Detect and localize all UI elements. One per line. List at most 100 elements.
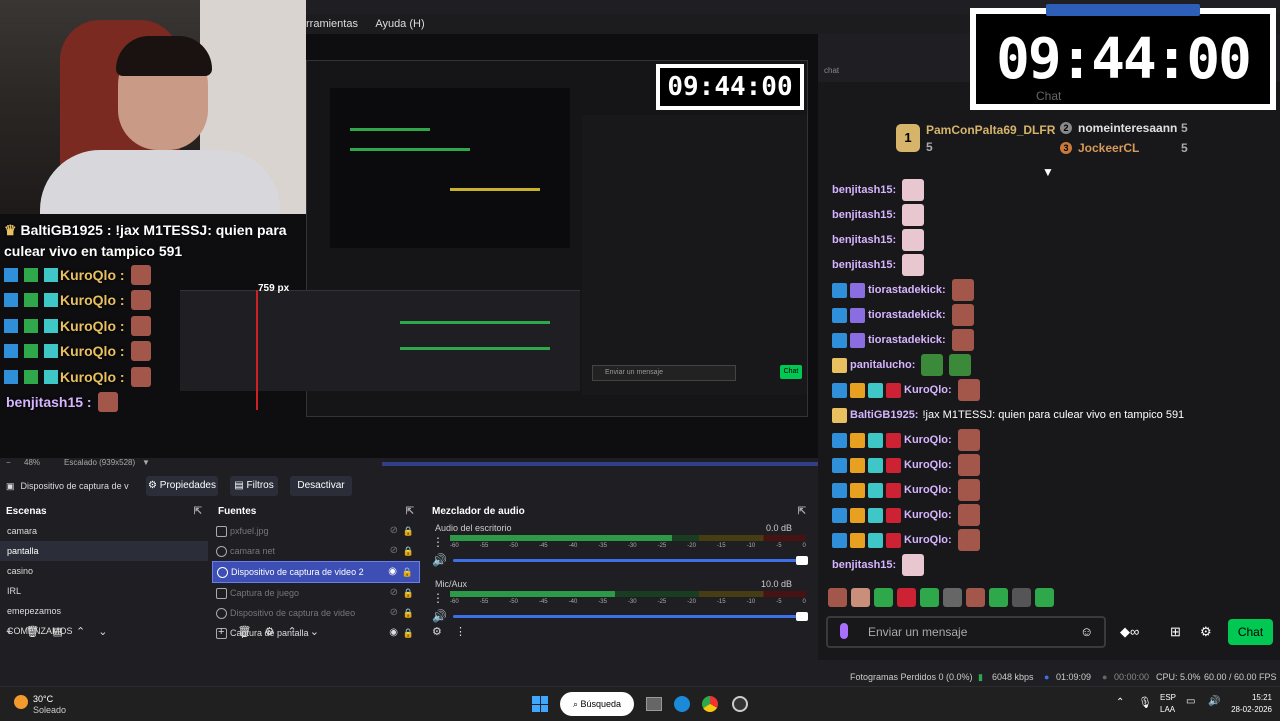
chat-username[interactable]: benjitash15: [832, 559, 896, 571]
scene-item[interactable]: camara [0, 521, 208, 541]
chat-username[interactable]: tiorastadekick: [868, 334, 946, 346]
volume-slider[interactable] [452, 611, 809, 621]
chat-send-button[interactable]: Chat [1228, 619, 1273, 645]
deactivate-button[interactable]: Desactivar [290, 476, 352, 496]
lock-icon[interactable]: 🔒 [403, 603, 414, 623]
chat-username[interactable]: KuroQlo: [904, 434, 952, 446]
emote-icon[interactable] [966, 588, 985, 607]
emoji-icon[interactable]: ☺ [1080, 624, 1093, 639]
eye-hidden-icon[interactable]: ⊘ [390, 521, 398, 541]
lang-1[interactable]: ESP [1160, 693, 1176, 702]
gear-icon[interactable]: ⚙ [1200, 624, 1212, 640]
kebab-menu-icon[interactable]: ⋮ [432, 535, 444, 549]
speaker-icon[interactable]: 🔊 [432, 609, 447, 623]
emote-icon[interactable] [943, 588, 962, 607]
task-view-icon[interactable] [646, 697, 662, 711]
speaker-icon[interactable]: 🔊 [432, 553, 447, 567]
scene-item[interactable]: IRL [0, 581, 208, 601]
emote-icon[interactable] [1035, 588, 1054, 607]
source-item[interactable]: pxfuel.jpg ⊘ 🔒 [212, 521, 420, 541]
chat-username[interactable]: KuroQlo: [904, 509, 952, 521]
scene-item-selected[interactable]: pantalla [0, 541, 208, 561]
eye-hidden-icon[interactable]: ⊘ [390, 541, 398, 561]
chat-username[interactable]: benjitash15: [832, 184, 896, 196]
popout-icon[interactable]: ⇱ [798, 503, 806, 521]
lock-icon[interactable]: 🔒 [403, 521, 414, 541]
chat-username[interactable]: panitalucho: [850, 359, 915, 371]
taskbar-search[interactable]: ⌕ Búsqueda [560, 692, 634, 716]
source-item[interactable]: Captura de juego ⊘ 🔒 [212, 583, 420, 603]
volume-slider[interactable] [452, 555, 809, 565]
add-icon[interactable]: + [218, 626, 224, 638]
zoom-level[interactable]: 48% [24, 458, 40, 467]
chat-username[interactable]: tiorastadekick: [868, 309, 946, 321]
chat-username[interactable]: benjitash15: [832, 209, 896, 221]
tray-expand-icon[interactable]: ⌃ [1116, 697, 1124, 708]
chat-username[interactable]: tiorastadekick: [868, 284, 946, 296]
lock-icon[interactable]: 🔒 [402, 562, 413, 582]
gear-icon[interactable]: ⚙ [265, 626, 275, 638]
gift-icon[interactable]: ⊞ [1170, 624, 1181, 640]
obs-icon[interactable] [732, 696, 748, 712]
kebab-menu-icon[interactable]: ⋮ [432, 591, 444, 605]
lang-2[interactable]: LAA [1160, 705, 1175, 714]
filters-button[interactable]: ▤ Filtros [230, 476, 278, 496]
filter-icon[interactable]: ▤ [53, 626, 63, 638]
emote-icon[interactable] [1012, 588, 1031, 607]
edge-icon[interactable] [674, 696, 690, 712]
monitor-tray-icon[interactable]: ▭ [1186, 696, 1195, 707]
chat-username[interactable]: KuroQlo: [904, 384, 952, 396]
arrow-down-icon[interactable]: ⌄ [310, 626, 319, 638]
add-icon[interactable]: + [6, 626, 12, 638]
menu-tools[interactable]: rramientas [306, 14, 358, 34]
clock-time-tray[interactable]: 15:21 [1252, 693, 1272, 702]
lock-icon[interactable]: 🔒 [403, 541, 414, 561]
chrome-icon[interactable] [702, 696, 718, 712]
properties-button[interactable]: ⚙ Propiedades [146, 476, 218, 496]
chat-username[interactable]: KuroQlo: [904, 534, 952, 546]
arrow-down-icon[interactable]: ⌄ [98, 626, 107, 638]
emote-icon[interactable] [874, 588, 893, 607]
lock-icon[interactable]: 🔒 [403, 583, 414, 603]
volume-tray-icon[interactable]: 🔊 [1208, 696, 1220, 707]
chevron-down-icon[interactable]: ▼ [142, 458, 150, 467]
scene-item[interactable]: casino [0, 561, 208, 581]
settings-icon[interactable]: ⚙ [432, 626, 442, 638]
leaderboard-collapse-icon[interactable]: ▼ [1042, 165, 1054, 179]
emote-icon[interactable] [989, 588, 1008, 607]
chat-username[interactable]: benjitash15: [832, 259, 896, 271]
eye-hidden-icon[interactable]: ⊘ [390, 603, 398, 623]
emote-icon[interactable] [920, 588, 939, 607]
preview-scrollbar[interactable] [382, 462, 818, 466]
eye-icon[interactable]: ◉ [388, 562, 397, 582]
menu-help[interactable]: Ayuda (H) [375, 14, 424, 34]
clock-date-tray[interactable]: 28-02-2026 [1231, 705, 1272, 714]
chat-username[interactable]: KuroQlo: [904, 484, 952, 496]
zoom-minus-icon[interactable]: − [6, 458, 11, 467]
source-item[interactable]: camara net ⊘ 🔒 [212, 541, 420, 561]
popout-icon[interactable]: ⇱ [194, 503, 202, 521]
mic-icon[interactable] [840, 623, 848, 639]
weather-icon[interactable] [14, 695, 28, 709]
trash-icon[interactable]: 🗑 [238, 626, 252, 638]
scale-label[interactable]: Escalado (939x528) [64, 458, 135, 467]
emote-icon[interactable] [897, 588, 916, 607]
chat-input[interactable]: Enviar un mensaje [826, 616, 1106, 648]
trash-icon[interactable]: 🗑 [26, 626, 40, 638]
windows-start-icon[interactable] [532, 696, 548, 712]
chat-username[interactable]: KuroQlo: [904, 459, 952, 471]
popout-icon[interactable]: ⇱ [406, 503, 414, 521]
bits-icon[interactable]: ◆∞ [1120, 624, 1139, 640]
arrow-up-icon[interactable]: ⌃ [76, 626, 85, 638]
chat-username[interactable]: benjitash15: [832, 234, 896, 246]
emote-icon[interactable] [828, 588, 847, 607]
arrow-up-icon[interactable]: ⌃ [287, 626, 296, 638]
source-item[interactable]: Dispositivo de captura de video ⊘ 🔒 [212, 603, 420, 623]
eye-hidden-icon[interactable]: ⊘ [390, 583, 398, 603]
scene-item[interactable]: emepezamos [0, 601, 208, 621]
mic-tray-icon[interactable]: 🎙 [1138, 696, 1152, 709]
source-item-selected[interactable]: Dispositivo de captura de video 2 ◉ 🔒 [212, 561, 420, 583]
emote-icon[interactable] [851, 588, 870, 607]
chat-username[interactable]: BaltiGB1925: [850, 409, 918, 421]
kebab-menu-icon[interactable]: ⋮ [455, 626, 466, 638]
